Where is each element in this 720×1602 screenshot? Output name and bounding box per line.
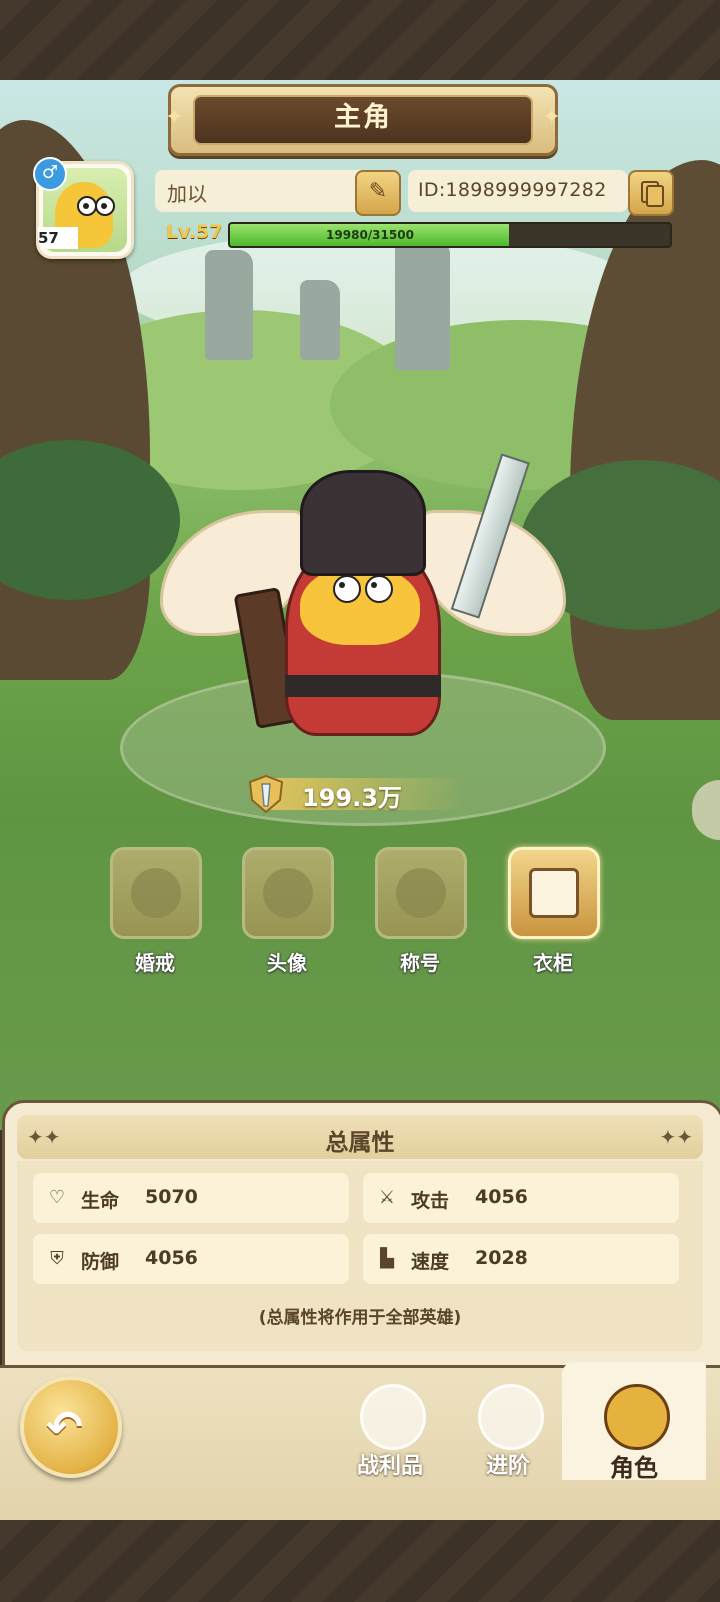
title-banner: ✦ ✦ 主角 <box>165 84 561 156</box>
crown-icon <box>396 868 446 918</box>
back-arrow-icon: ↶ <box>46 1402 83 1453</box>
player-id-box: ID:1898999997282 <box>408 170 628 212</box>
ring-icon <box>131 868 181 918</box>
combat-power: 199.3万 <box>246 772 466 816</box>
heart-icon: ♡ <box>48 1187 66 1208</box>
attribute-speed: ▙ 速度 2028 <box>363 1234 679 1284</box>
hero-face <box>300 565 420 645</box>
page-title: 主角 <box>334 102 392 133</box>
player-level: Lv.57 <box>166 221 223 243</box>
exp-progress-text: 19980/31500 <box>326 228 414 242</box>
attack-icon: ⚔ <box>378 1187 396 1208</box>
attribute-hp: ♡ 生命 5070 <box>33 1173 349 1223</box>
ring-button[interactable]: 婚戒 <box>110 847 202 976</box>
combat-power-value: 199.3万 <box>302 784 402 812</box>
edit-name-button[interactable]: ✎ <box>355 170 401 216</box>
title-label: 称号 <box>400 951 440 975</box>
copy-id-button[interactable] <box>628 170 674 216</box>
advance-icon <box>478 1384 544 1450</box>
character-icon <box>604 1384 670 1450</box>
wardrobe-label: 衣柜 <box>533 951 573 975</box>
boot-icon: ▙ <box>380 1248 394 1269</box>
hero-belt <box>285 675 441 697</box>
avatar-frame-label: 头像 <box>267 951 307 975</box>
hero-helmet <box>300 470 426 576</box>
avatar-frame-button[interactable]: 头像 <box>242 847 334 976</box>
player-name: 加以 <box>167 182 207 206</box>
top-status-band <box>0 0 720 80</box>
sparkle-icon: ✦✦ <box>659 1125 693 1149</box>
portrait-icon <box>263 868 313 918</box>
wardrobe-button[interactable]: 衣柜 <box>508 847 600 976</box>
pencil-icon: ✎ <box>368 179 388 204</box>
attributes-note: (总属性将作用于全部英雄) <box>258 1308 462 1328</box>
hero-character[interactable] <box>150 450 570 760</box>
avatar-level-badge: 57 <box>38 227 78 249</box>
player-id: ID:1898999997282 <box>418 179 607 201</box>
shield-icon: ⛨ <box>50 1248 64 1269</box>
total-attributes-panel: ✦✦ 总属性 ✦✦ ♡ 生命 5070 ⚔ 攻击 4056 ⛨ 防御 4056 … <box>2 1100 720 1371</box>
tab-character[interactable]: 角色 <box>574 1378 694 1490</box>
tab-advance[interactable]: 进阶 <box>448 1378 568 1490</box>
bottom-system-band <box>0 1520 720 1602</box>
attributes-title: 总属性 <box>325 1130 395 1156</box>
male-gender-icon: ♂ <box>33 157 67 191</box>
wardrobe-icon <box>529 868 579 918</box>
exp-progress-bar: 19980/31500 <box>228 222 672 248</box>
power-crest-icon <box>248 774 284 814</box>
loot-icon <box>360 1384 426 1450</box>
back-button[interactable]: ↶ <box>20 1376 122 1478</box>
ring-label: 婚戒 <box>135 951 175 975</box>
attribute-defense: ⛨ 防御 4056 <box>33 1234 349 1284</box>
title-button[interactable]: 称号 <box>375 847 467 976</box>
tab-loot[interactable]: 战利品 <box>330 1378 450 1490</box>
attribute-attack: ⚔ 攻击 4056 <box>363 1173 679 1223</box>
